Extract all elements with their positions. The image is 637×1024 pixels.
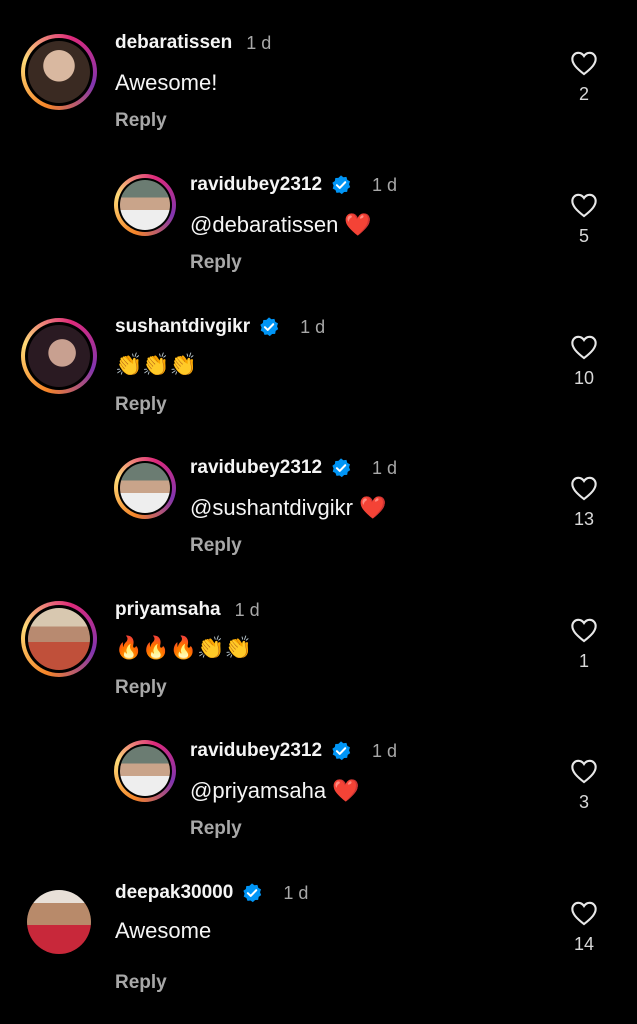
like-count: 13: [573, 509, 595, 529]
like-count: 5: [578, 226, 589, 246]
heart-outline-icon[interactable]: [570, 475, 598, 501]
verified-badge-icon: [332, 175, 351, 195]
like-button[interactable]: 3: [564, 758, 604, 813]
comment-item: priyamsaha 1 d 🔥🔥🔥👏👏 Reply 1: [0, 597, 637, 737]
like-button[interactable]: 5: [564, 192, 604, 247]
comment-item: deepak30000 1 d Awesome Reply 14: [0, 880, 637, 1020]
reply-button[interactable]: Reply: [115, 677, 167, 699]
comment-text: Awesome: [115, 918, 212, 943]
comment-item: ravidubey2312 1 d @debaratissen ❤️ Reply…: [0, 172, 637, 312]
comment-item: debaratissen 1 d Awesome! Reply 2: [0, 30, 637, 170]
comment-username[interactable]: priyamsaha: [115, 599, 221, 621]
comment-item: sushantdivgikr 1 d 👏👏👏 Reply 10: [0, 314, 637, 454]
comment-item: ravidubey2312 1 d @sushantdivgikr ❤️ Rep…: [0, 455, 637, 595]
avatar-priyamsaha[interactable]: [21, 601, 97, 677]
reply-button[interactable]: Reply: [190, 252, 242, 274]
avatar-ravidubey2312[interactable]: [114, 457, 176, 519]
verified-badge-icon: [332, 458, 351, 478]
comment-item: ravidubey2312 1 d @priyamsaha ❤️ Reply 3: [0, 738, 637, 878]
comment-text: 👏👏👏: [115, 352, 198, 377]
comment-time: 1 d: [234, 599, 260, 620]
comment-time: 1 d: [372, 457, 398, 478]
heart-outline-icon[interactable]: [570, 192, 598, 218]
like-count: 1: [578, 651, 589, 671]
avatar-deepak30000[interactable]: [27, 890, 91, 954]
like-button[interactable]: 13: [564, 475, 604, 530]
comment-time: 1 d: [300, 316, 326, 337]
heart-outline-icon[interactable]: [570, 900, 598, 926]
reply-button[interactable]: Reply: [115, 394, 167, 416]
comment-username[interactable]: deepak30000: [115, 882, 233, 904]
heart-outline-icon[interactable]: [570, 758, 598, 784]
comment-text: 🔥🔥🔥👏👏: [115, 635, 252, 660]
like-button[interactable]: 10: [564, 334, 604, 389]
comment-username[interactable]: ravidubey2312: [190, 740, 322, 762]
avatar-ravidubey2312[interactable]: [114, 740, 176, 802]
comment-text: @debaratissen ❤️: [190, 212, 372, 237]
reply-button[interactable]: Reply: [115, 110, 167, 132]
comment-username[interactable]: ravidubey2312: [190, 457, 322, 479]
comment-text: Awesome!: [115, 70, 218, 95]
heart-outline-icon[interactable]: [570, 617, 598, 643]
like-count: 10: [573, 368, 595, 388]
heart-outline-icon[interactable]: [570, 334, 598, 360]
comment-username[interactable]: debaratissen: [115, 32, 232, 54]
like-button[interactable]: 14: [564, 900, 604, 955]
comment-time: 1 d: [372, 174, 398, 195]
avatar-ravidubey2312[interactable]: [114, 174, 176, 236]
like-count: 14: [573, 934, 595, 954]
comment-username[interactable]: sushantdivgikr: [115, 316, 250, 338]
verified-badge-icon: [243, 883, 262, 903]
reply-button[interactable]: Reply: [190, 818, 242, 840]
comment-time: 1 d: [372, 740, 398, 761]
reply-button[interactable]: Reply: [115, 972, 167, 994]
comment-time: 1 d: [283, 882, 309, 903]
comment-username[interactable]: ravidubey2312: [190, 174, 322, 196]
verified-badge-icon: [332, 741, 351, 761]
avatar-debaratissen[interactable]: [21, 34, 97, 110]
like-button[interactable]: 1: [564, 617, 604, 672]
like-count: 3: [578, 792, 589, 812]
comment-text: @sushantdivgikr ❤️: [190, 495, 387, 520]
like-count: 2: [578, 84, 589, 104]
avatar-sushantdivgikr[interactable]: [21, 318, 97, 394]
comment-text: @priyamsaha ❤️: [190, 778, 360, 803]
comment-time: 1 d: [246, 32, 272, 53]
like-button[interactable]: 2: [564, 50, 604, 105]
verified-badge-icon: [260, 317, 279, 337]
heart-outline-icon[interactable]: [570, 50, 598, 76]
reply-button[interactable]: Reply: [190, 535, 242, 557]
